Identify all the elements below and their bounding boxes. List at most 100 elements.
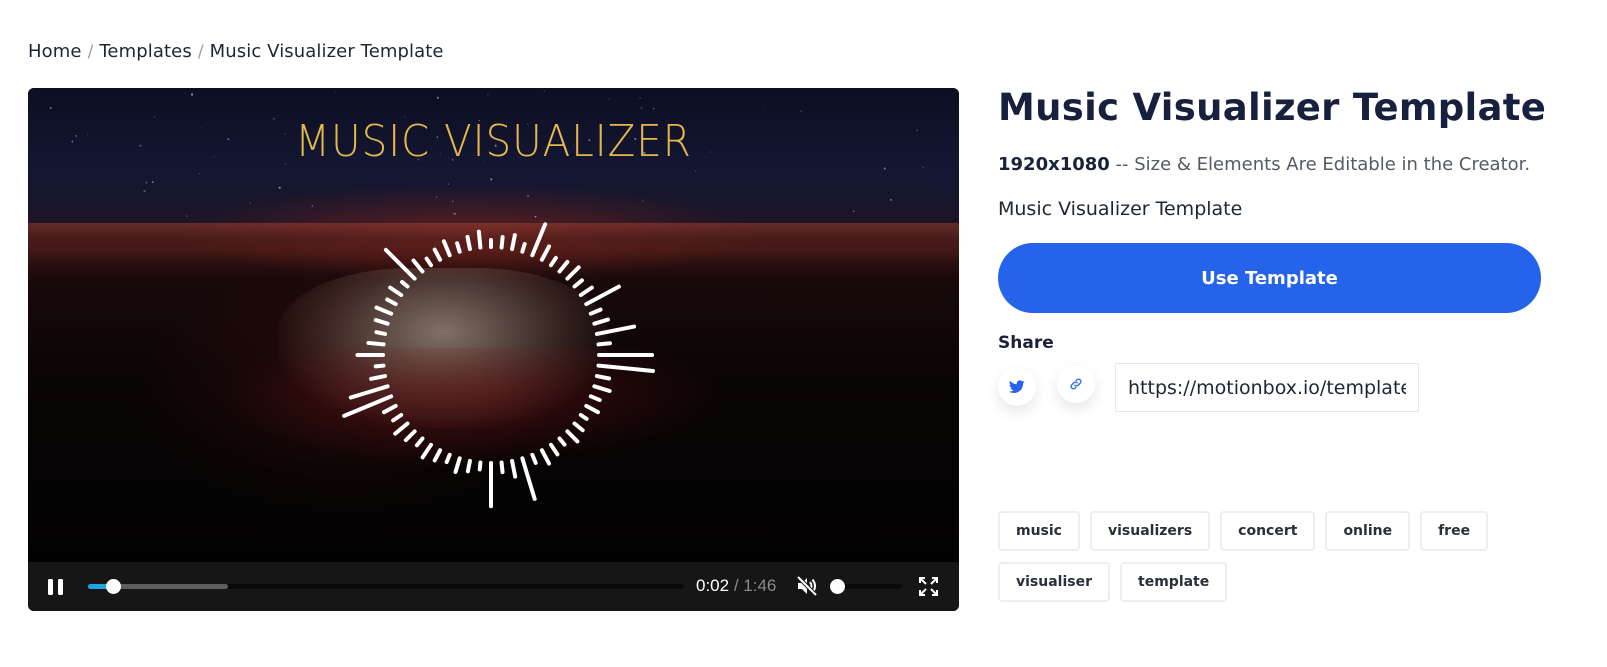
visualizer-bar bbox=[382, 403, 398, 415]
page-title: Music Visualizer Template bbox=[998, 86, 1547, 129]
visualizer-bar bbox=[588, 307, 603, 316]
volume-handle[interactable] bbox=[830, 579, 845, 594]
video-player[interactable]: MUSIC VISUALIZER 0:02 / 1:46 bbox=[28, 88, 959, 611]
visualizer-bar bbox=[520, 456, 537, 501]
visualizer-bar bbox=[391, 413, 404, 423]
volume-slider[interactable] bbox=[830, 579, 902, 594]
visualizer-bar bbox=[499, 234, 505, 250]
visualizer-bar bbox=[565, 429, 580, 444]
visualizer-bar bbox=[414, 436, 425, 448]
twitter-icon bbox=[1009, 380, 1025, 393]
breadcrumb: Home / Templates / Music Visualizer Temp… bbox=[28, 41, 444, 62]
duration: 1:46 bbox=[743, 576, 777, 595]
visualizer-bar bbox=[584, 403, 600, 415]
visualizer-bar bbox=[549, 255, 558, 268]
visualizer-bar bbox=[477, 460, 483, 472]
visualizer-bar bbox=[374, 305, 394, 316]
tag-chip[interactable]: visualizers bbox=[1090, 511, 1211, 551]
fullscreen-icon bbox=[919, 577, 938, 596]
visualizer-bar bbox=[520, 242, 527, 254]
visualizer-bar bbox=[385, 297, 398, 307]
visualizer-bar bbox=[453, 456, 462, 474]
visualizer-bar bbox=[403, 429, 417, 443]
mute-button[interactable] bbox=[796, 575, 818, 597]
visualizer-bar bbox=[549, 442, 560, 457]
visualizer-bar bbox=[565, 265, 581, 281]
visualizer-bar bbox=[596, 363, 656, 373]
visualizer-bar bbox=[373, 363, 386, 369]
volume-muted-icon bbox=[796, 575, 818, 597]
visualizer-bar bbox=[594, 374, 612, 381]
visualizer-bar bbox=[539, 244, 552, 262]
template-details: Music Visualizer Template 1920x1080 -- S… bbox=[998, 86, 1547, 413]
visualizer-bar bbox=[388, 285, 404, 297]
breadcrumb-separator: / bbox=[197, 41, 204, 62]
visualizer-bar bbox=[366, 340, 386, 347]
tag-chip[interactable]: free bbox=[1420, 511, 1489, 551]
copy-link-button[interactable] bbox=[1057, 365, 1095, 403]
visualizer-bar bbox=[455, 241, 462, 254]
visualizer-bar bbox=[383, 247, 417, 281]
audio-visualizer-ring bbox=[342, 222, 656, 509]
visualizer-bar bbox=[369, 374, 388, 381]
visualizer-bar bbox=[530, 452, 538, 465]
visualizer-bar bbox=[432, 247, 443, 262]
share-twitter-button[interactable] bbox=[998, 368, 1036, 406]
visualizer-bar bbox=[592, 317, 610, 326]
visualizer-bar bbox=[411, 258, 425, 274]
visualizer-bar bbox=[373, 318, 390, 326]
visualizer-bar bbox=[530, 222, 548, 258]
visualizer-bar bbox=[557, 436, 567, 447]
tag-chip[interactable]: music bbox=[998, 511, 1080, 551]
tag-list: music visualizers concert online free visuali… bbox=[998, 511, 1558, 602]
breadcrumb-home[interactable]: Home bbox=[28, 41, 82, 62]
visualizer-bar bbox=[578, 413, 589, 421]
visualizer-bar bbox=[476, 229, 483, 250]
visualizer-bar bbox=[588, 394, 602, 403]
template-subtitle: Music Visualizer Template bbox=[998, 198, 1243, 220]
breadcrumb-templates[interactable]: Templates bbox=[99, 41, 191, 62]
visualizer-bar bbox=[592, 384, 612, 393]
video-frame[interactable]: MUSIC VISUALIZER bbox=[28, 88, 959, 562]
pause-icon bbox=[48, 579, 53, 595]
seek-handle[interactable] bbox=[105, 579, 121, 594]
breadcrumb-separator: / bbox=[87, 41, 94, 62]
visualizer-bar bbox=[424, 256, 433, 268]
visualizer-bar bbox=[557, 259, 570, 274]
visualizer-bar bbox=[499, 460, 505, 475]
visualizer-bar bbox=[400, 280, 410, 289]
resolution: 1920x1080 bbox=[998, 154, 1110, 175]
share-heading: Share bbox=[998, 333, 1054, 353]
visualizer-bar bbox=[596, 341, 612, 347]
tag-chip[interactable]: template bbox=[1120, 562, 1228, 602]
tag-chip[interactable]: concert bbox=[1220, 511, 1316, 551]
visualizer-bar bbox=[510, 458, 518, 479]
fullscreen-button[interactable] bbox=[919, 577, 938, 596]
template-description: 1920x1080 -- Size & Elements Are Editabl… bbox=[998, 151, 1541, 178]
visualizer-bar bbox=[578, 285, 594, 297]
time-display: 0:02 / 1:46 bbox=[696, 576, 776, 596]
visualizer-bar bbox=[420, 442, 433, 460]
visualizer-bar bbox=[572, 278, 584, 289]
description-text: -- Size & Elements Are Editable in the C… bbox=[1109, 154, 1531, 175]
player-controls: 0:02 / 1:46 bbox=[28, 562, 959, 611]
current-time: 0:02 bbox=[696, 576, 730, 595]
tag-chip[interactable]: visualiser bbox=[998, 562, 1111, 602]
visualizer-bar bbox=[465, 234, 472, 252]
visualizer-bar bbox=[348, 384, 390, 400]
tag-chip[interactable]: online bbox=[1325, 511, 1411, 551]
visualizer-bar bbox=[444, 452, 452, 465]
use-template-button[interactable]: Use Template bbox=[998, 243, 1541, 313]
seek-bar[interactable] bbox=[88, 579, 684, 594]
link-icon bbox=[1070, 378, 1082, 390]
share-url-input[interactable] bbox=[1115, 363, 1419, 412]
pause-button[interactable] bbox=[48, 579, 64, 595]
visualizer-bar bbox=[510, 233, 517, 252]
visualizer-bar bbox=[441, 239, 452, 258]
visualizer-bar bbox=[465, 458, 472, 474]
breadcrumb-current: Music Visualizer Template bbox=[209, 41, 444, 62]
pause-icon bbox=[58, 579, 63, 595]
share-row bbox=[998, 363, 1541, 413]
visualizer-bar bbox=[572, 421, 585, 433]
time-separator: / bbox=[729, 576, 744, 595]
